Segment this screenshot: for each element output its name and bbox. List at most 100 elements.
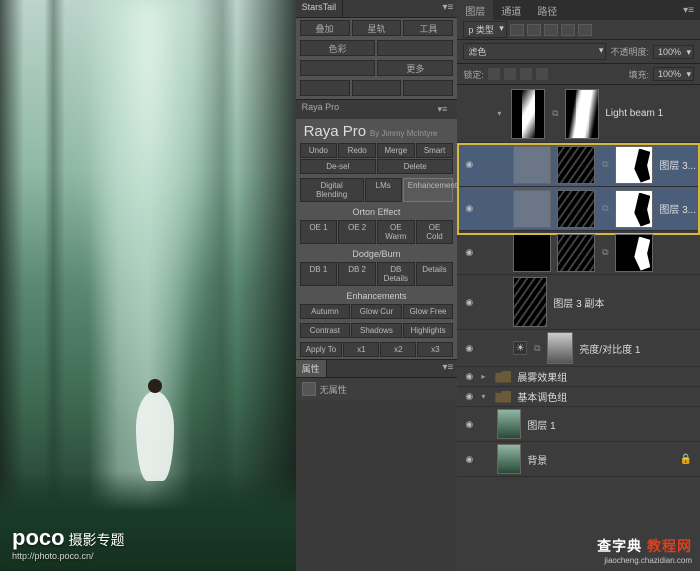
layer-name[interactable]: 背景 [527,452,547,467]
tab-paths[interactable]: 路径 [529,0,565,21]
tab-layers[interactable]: 图层 [457,0,493,21]
smart-button[interactable]: Smart [416,143,454,158]
panel-menu-icon[interactable]: ▾≡ [438,0,457,17]
st-tab-overlay[interactable]: 叠加 [300,20,350,36]
mask-thumb[interactable] [615,234,653,272]
desel-button[interactable]: De-sel [300,159,376,174]
visibility-toggle[interactable] [463,159,475,171]
filter-pixel-icon[interactable] [510,24,524,36]
st-btn[interactable]: 更多 [377,60,453,76]
panel-menu-icon[interactable]: ▾≡ [677,3,700,18]
mask-thumb[interactable] [615,190,653,228]
visibility-toggle[interactable] [463,453,475,465]
layer-thumb[interactable] [513,146,551,184]
st-btn[interactable] [352,80,402,96]
expand-arrow-icon[interactable]: ▸ [481,372,489,381]
shadows-button[interactable]: Shadows [351,323,402,338]
visibility-toggle[interactable] [463,342,475,354]
st-btn[interactable] [403,80,453,96]
layer-thumb2[interactable] [557,234,595,272]
blend-mode-select[interactable]: 滤色 [463,43,606,60]
oecold-button[interactable]: OE Cold [416,220,454,244]
layer-name[interactable]: 图层 3... [659,157,696,172]
lock-image-icon[interactable] [504,68,516,80]
autumn-button[interactable]: Autumn [300,304,351,319]
mask-thumb[interactable] [565,89,599,139]
oe1-button[interactable]: OE 1 [300,220,338,244]
dbdetails-button[interactable]: DB Details [377,262,415,286]
x3-button[interactable]: x3 [417,342,453,357]
highlights-button[interactable]: Highlights [403,323,454,338]
lms-button[interactable]: LMs [365,178,402,202]
layer-name[interactable]: 亮度/对比度 1 [579,341,640,356]
layer-group-row[interactable]: ▸ 晨雾效果组 [457,367,700,387]
properties-tab[interactable]: 属性 [296,360,327,377]
layer-name[interactable]: 基本调色组 [517,389,567,404]
glowfree-button[interactable]: Glow Free [403,304,454,319]
db2-button[interactable]: DB 2 [338,262,376,286]
layer-thumb[interactable] [513,234,551,272]
layer-name[interactable]: Light beam 1 [605,108,663,119]
glowcur-button[interactable]: Glow Cur [351,304,402,319]
visibility-toggle[interactable] [463,418,475,430]
collapse-arrow-icon[interactable]: ▾ [497,109,505,118]
st-btn[interactable]: 色彩 [300,40,376,56]
layer-thumb2[interactable] [557,146,595,184]
delete-button[interactable]: Delete [377,159,453,174]
mask-thumb[interactable] [547,332,573,364]
undo-button[interactable]: Undo [300,143,338,158]
visibility-toggle[interactable] [463,371,475,383]
contrast-button[interactable]: Contrast [300,323,351,338]
visibility-toggle[interactable] [463,247,475,259]
x1-button[interactable]: x1 [343,342,379,357]
visibility-toggle[interactable] [463,203,475,215]
layer-row[interactable]: 背景 🔒 [457,442,700,477]
applyto-button[interactable]: Apply To [300,342,343,357]
details-button[interactable]: Details [416,262,454,286]
layer-row[interactable]: ⧉ [457,231,700,275]
layer-thumb[interactable] [497,444,521,474]
filter-smart-icon[interactable] [578,24,592,36]
layer-name[interactable]: 图层 3 副本 [553,295,604,310]
st-btn[interactable] [300,80,350,96]
merge-button[interactable]: Merge [377,143,415,158]
filter-shape-icon[interactable] [561,24,575,36]
visibility-toggle[interactable] [463,296,475,308]
oewarm-button[interactable]: OE Warm [377,220,415,244]
panel-menu-icon[interactable]: ▾≡ [434,102,452,117]
db1-button[interactable]: DB 1 [300,262,338,286]
visibility-toggle[interactable] [463,108,475,120]
layer-thumb[interactable] [497,409,521,439]
filter-adj-icon[interactable] [527,24,541,36]
fill-input[interactable]: 100% [653,67,694,81]
layer-row[interactable]: 图层 1 [457,407,700,442]
opacity-input[interactable]: 100% [653,45,694,59]
filter-type-icon[interactable] [544,24,558,36]
lock-transparent-icon[interactable] [488,68,500,80]
st-btn[interactable] [300,60,376,76]
visibility-toggle[interactable] [463,391,475,403]
layer-row[interactable]: ▾ ⧉ Light beam 1 [457,85,700,143]
enhancements-button[interactable]: Enhancements [403,178,454,202]
redo-button[interactable]: Redo [338,143,376,158]
x2-button[interactable]: x2 [380,342,416,357]
layer-name[interactable]: 图层 3... [659,201,696,216]
st-tab-startrail[interactable]: 星轨 [352,20,402,36]
st-tab-tools[interactable]: 工具 [403,20,453,36]
oe2-button[interactable]: OE 2 [338,220,376,244]
panel-menu-icon[interactable]: ▾≡ [438,360,457,377]
layer-thumb[interactable] [511,89,545,139]
layer-row[interactable]: ⧉ 图层 3... [457,187,700,231]
layer-row[interactable]: 图层 3 副本 [457,275,700,330]
collapse-arrow-icon[interactable]: ▾ [481,392,489,401]
mask-thumb[interactable] [615,146,653,184]
layer-name[interactable]: 图层 1 [527,417,555,432]
layer-kind-select[interactable]: p 类型 [463,21,507,38]
starstail-tab[interactable]: StarsTail [296,0,344,17]
layer-row[interactable]: ⧉ 亮度/对比度 1 [457,330,700,367]
lock-all-icon[interactable] [536,68,548,80]
tab-channels[interactable]: 通道 [493,0,529,21]
layer-group-row[interactable]: ▾ 基本调色组 [457,387,700,407]
digital-blending-button[interactable]: Digital Blending [300,178,364,202]
layer-name[interactable]: 晨雾效果组 [517,369,567,384]
